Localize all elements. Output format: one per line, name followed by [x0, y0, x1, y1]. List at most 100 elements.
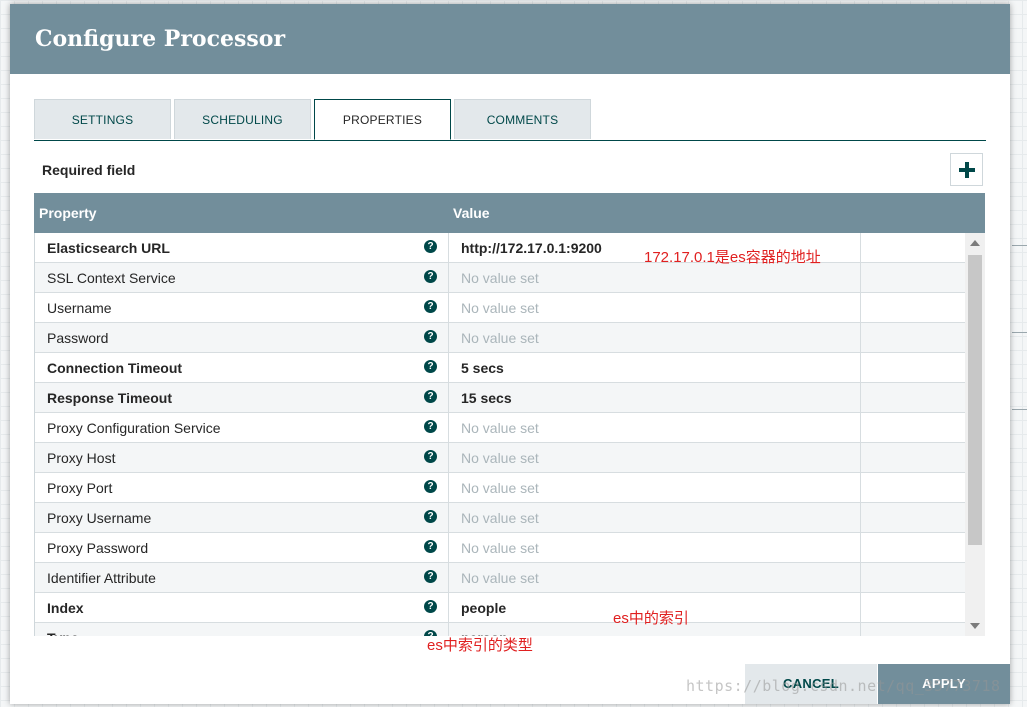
- column-divider: [860, 233, 861, 262]
- column-divider: [860, 293, 861, 322]
- help-icon[interactable]: ?: [424, 360, 437, 373]
- property-name: Proxy Port: [47, 480, 113, 496]
- column-divider: [860, 443, 861, 472]
- property-value[interactable]: No value set: [461, 480, 539, 496]
- help-icon[interactable]: ?: [424, 330, 437, 343]
- property-value[interactable]: 15 secs: [461, 390, 512, 406]
- column-divider: [448, 323, 449, 352]
- column-divider: [860, 473, 861, 502]
- scroll-up-arrow-icon[interactable]: [970, 240, 980, 246]
- column-header-property: Property: [39, 205, 97, 221]
- property-value[interactable]: No value set: [461, 540, 539, 556]
- property-name: Identifier Attribute: [47, 570, 156, 586]
- column-divider: [448, 533, 449, 562]
- property-row[interactable]: Proxy Configuration Service? No value set: [35, 413, 965, 443]
- property-row[interactable]: Proxy Password? No value set: [35, 533, 965, 563]
- dialog-header: Configure Processor: [10, 4, 1010, 74]
- column-divider: [448, 233, 449, 262]
- column-divider: [448, 413, 449, 442]
- property-value[interactable]: No value set: [461, 270, 539, 286]
- property-value[interactable]: No value set: [461, 510, 539, 526]
- property-name: Username: [47, 300, 112, 316]
- tab-properties[interactable]: PROPERTIES: [314, 99, 451, 140]
- property-name: Response Timeout: [47, 390, 172, 406]
- properties-grid-header: Property Value: [34, 193, 985, 233]
- property-name: Connection Timeout: [47, 360, 183, 376]
- column-divider: [860, 503, 861, 532]
- property-row[interactable]: Proxy Port? No value set: [35, 473, 965, 503]
- property-name: Proxy Configuration Service: [47, 420, 221, 436]
- annotation-es-url: 172.17.0.1是es容器的地址: [644, 249, 821, 266]
- tab-scheduling[interactable]: SCHEDULING: [174, 99, 311, 139]
- property-row[interactable]: Proxy Host? No value set: [35, 443, 965, 473]
- canvas-line: [1012, 409, 1027, 410]
- property-value[interactable]: people: [461, 600, 506, 616]
- property-name: Proxy Username: [47, 510, 152, 526]
- scroll-thumb[interactable]: [968, 255, 982, 545]
- column-divider: [448, 353, 449, 382]
- property-value[interactable]: http://172.17.0.1:9200: [461, 240, 602, 256]
- property-row[interactable]: SSL Context Service? No value set: [35, 263, 965, 293]
- property-value[interactable]: No value set: [461, 450, 539, 466]
- add-property-button[interactable]: [950, 153, 983, 186]
- property-row[interactable]: Elasticsearch URL? http://172.17.0.1:9200: [35, 233, 965, 263]
- help-icon[interactable]: ?: [424, 570, 437, 583]
- canvas-line: [1012, 332, 1027, 333]
- property-row[interactable]: Connection Timeout? 5 secs: [35, 353, 965, 383]
- property-row[interactable]: Response Timeout? 15 secs: [35, 383, 965, 413]
- column-divider: [860, 263, 861, 292]
- configure-processor-dialog: Configure Processor SETTINGS SCHEDULING …: [10, 4, 1010, 704]
- property-row[interactable]: Index? people: [35, 593, 965, 623]
- dialog-title: Configure Processor: [35, 26, 286, 52]
- property-name: Proxy Host: [47, 450, 116, 466]
- properties-grid: Elasticsearch URL? http://172.17.0.1:9200…: [34, 233, 986, 636]
- column-divider: [860, 383, 861, 412]
- property-name: Password: [47, 330, 109, 346]
- column-divider: [860, 413, 861, 442]
- column-header-value: Value: [453, 205, 490, 221]
- property-row[interactable]: Proxy Username? No value set: [35, 503, 965, 533]
- plus-icon: [958, 161, 975, 178]
- column-divider: [860, 353, 861, 382]
- column-divider: [860, 593, 861, 622]
- property-name: Index: [47, 600, 84, 616]
- column-divider: [448, 293, 449, 322]
- help-icon[interactable]: ?: [424, 300, 437, 313]
- property-name: Proxy Password: [47, 540, 149, 556]
- annotation-type: es中索引的类型: [427, 637, 533, 654]
- watermark: https://blog.csdn.net/qq_35773718: [686, 677, 1001, 695]
- help-icon[interactable]: ?: [424, 480, 437, 493]
- tab-settings[interactable]: SETTINGS: [34, 99, 171, 139]
- tab-comments[interactable]: COMMENTS: [454, 99, 591, 139]
- column-divider: [860, 563, 861, 592]
- help-icon[interactable]: ?: [424, 510, 437, 523]
- property-name: Type: [47, 630, 79, 636]
- help-icon[interactable]: ?: [424, 450, 437, 463]
- property-value[interactable]: No value set: [461, 570, 539, 586]
- scroll-down-arrow-icon[interactable]: [970, 623, 980, 629]
- column-divider: [860, 323, 861, 352]
- property-row[interactable]: Username? No value set: [35, 293, 965, 323]
- help-icon[interactable]: ?: [424, 420, 437, 433]
- column-divider: [448, 263, 449, 292]
- help-icon[interactable]: ?: [424, 600, 437, 613]
- grid-scrollbar[interactable]: [965, 233, 985, 636]
- property-value[interactable]: No value set: [461, 300, 539, 316]
- help-icon[interactable]: ?: [424, 540, 437, 553]
- property-value[interactable]: No value set: [461, 420, 539, 436]
- column-divider: [860, 533, 861, 562]
- property-name: Elasticsearch URL: [47, 240, 170, 256]
- required-field-label: Required field: [42, 162, 136, 178]
- help-icon[interactable]: ?: [424, 270, 437, 283]
- property-value[interactable]: 5 secs: [461, 360, 504, 376]
- property-row[interactable]: Password? No value set: [35, 323, 965, 353]
- property-value[interactable]: No value set: [461, 330, 539, 346]
- canvas-line: [1012, 245, 1027, 246]
- property-row[interactable]: Identifier Attribute? No value set: [35, 563, 965, 593]
- column-divider: [448, 563, 449, 592]
- help-icon[interactable]: ?: [424, 390, 437, 403]
- column-divider: [448, 383, 449, 412]
- annotation-index: es中的索引: [613, 610, 689, 627]
- help-icon[interactable]: ?: [424, 240, 437, 253]
- tab-bar: SETTINGS SCHEDULING PROPERTIES COMMENTS: [34, 99, 986, 141]
